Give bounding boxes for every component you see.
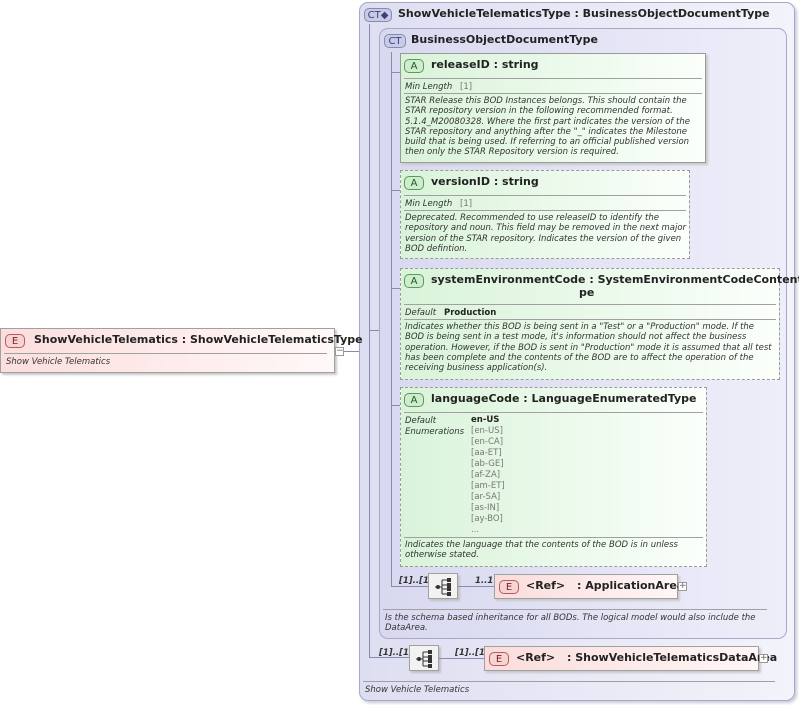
element-icon: E	[5, 334, 25, 348]
divider	[404, 319, 776, 320]
enumeration-value: ...	[471, 525, 480, 535]
attribute-icon: A	[404, 393, 424, 407]
divider	[404, 304, 776, 305]
connector-line	[391, 190, 400, 191]
expand-icon[interactable]: +	[678, 582, 687, 591]
facet-label: Default	[405, 308, 437, 318]
root-element-title: ShowVehicleTelematics : ShowVehicleTelem…	[34, 333, 363, 346]
attribute-doc: Indicates the language that the contents…	[405, 540, 678, 561]
divider	[4, 353, 327, 354]
connector-line	[391, 405, 400, 406]
ref-label: <Ref>	[526, 579, 566, 592]
connector-line	[344, 351, 359, 352]
attribute-icon: A	[404, 59, 424, 73]
attribute-title: systemEnvironmentCode : SystemEnvironmen…	[431, 273, 799, 286]
complex-type-icon: CT	[384, 34, 406, 48]
attribute-title: versionID : string	[431, 175, 539, 188]
attribute-doc: STAR Release this BOD Instances belongs.…	[405, 96, 690, 158]
connector-line	[391, 586, 428, 587]
sequence-icon	[435, 578, 451, 596]
cardinality-label: [1]..[1]	[379, 648, 413, 658]
sequence-icon	[416, 650, 432, 668]
enumeration-value: [af-ZA]	[471, 470, 501, 480]
connector-line	[391, 72, 400, 73]
attribute-title: languageCode : LanguageEnumeratedType	[431, 392, 697, 405]
enumeration-value: [en-US]	[471, 426, 503, 436]
divider	[404, 537, 703, 538]
divider	[404, 93, 702, 94]
enumeration-value: [ab-GE]	[471, 459, 504, 469]
attribute-doc: Indicates whether this BOD is being sent…	[405, 322, 772, 374]
connector-line	[458, 586, 494, 587]
cardinality-label: 1..1	[475, 576, 494, 586]
outer-type-title: ShowVehicleTelematicsType : BusinessObje…	[398, 7, 770, 20]
attribute-icon: A	[404, 274, 424, 288]
divider	[363, 681, 775, 682]
facet-value: [1]	[460, 82, 473, 92]
attribute-icon: A	[404, 176, 424, 190]
default-label: Default	[405, 416, 437, 426]
connector-line	[369, 24, 370, 658]
connector-line	[439, 658, 484, 659]
default-value: en-US	[471, 415, 500, 425]
divider	[404, 78, 702, 79]
base-type-doc: Is the schema based inheritance for all …	[385, 613, 756, 634]
enumerations-label: Enumerations	[405, 427, 465, 437]
enumeration-value: [en-CA]	[471, 437, 504, 447]
base-type-title: BusinessObjectDocumentType	[411, 33, 598, 46]
complex-type-icon: CT◆	[364, 8, 392, 22]
attribute-title: releaseID : string	[431, 58, 539, 71]
enumeration-list: [en-US] [en-CA] [aa-ET] [ab-GE] [af-ZA] …	[471, 426, 505, 536]
connector-line	[391, 288, 400, 289]
divider	[404, 412, 703, 413]
enumeration-value: [am-ET]	[471, 481, 505, 491]
ref-name: : ShowVehicleTelematicsDataArea	[567, 651, 778, 664]
collapse-icon[interactable]: −	[335, 347, 344, 356]
divider	[383, 609, 767, 610]
enumeration-value: [aa-ET]	[471, 448, 502, 458]
attribute-title-cont: pe	[579, 286, 595, 299]
element-icon: E	[489, 652, 509, 666]
ref-name: : ApplicationArea	[577, 579, 685, 592]
divider	[404, 195, 686, 196]
connector-line	[369, 330, 379, 331]
facet-label: Min Length	[405, 82, 453, 92]
element-icon: E	[499, 580, 519, 594]
outer-type-doc: Show Vehicle Telematics	[365, 685, 470, 695]
divider	[404, 210, 686, 211]
enumeration-value: [as-IN]	[471, 503, 500, 513]
connector-line	[391, 52, 392, 587]
attribute-doc: Deprecated. Recommended to use releaseID…	[405, 213, 687, 254]
sequence-compositor[interactable]	[428, 573, 458, 599]
sequence-compositor[interactable]	[409, 645, 439, 671]
expand-icon[interactable]: +	[759, 654, 768, 663]
facet-value: [1]	[460, 199, 473, 209]
facet-label: Min Length	[405, 199, 453, 209]
root-element-doc: Show Vehicle Telematics	[6, 357, 111, 367]
ref-label: <Ref>	[516, 651, 556, 664]
enumeration-value: [ay-BO]	[471, 514, 503, 524]
facet-value: Production	[444, 308, 497, 318]
enumeration-value: [ar-SA]	[471, 492, 501, 502]
